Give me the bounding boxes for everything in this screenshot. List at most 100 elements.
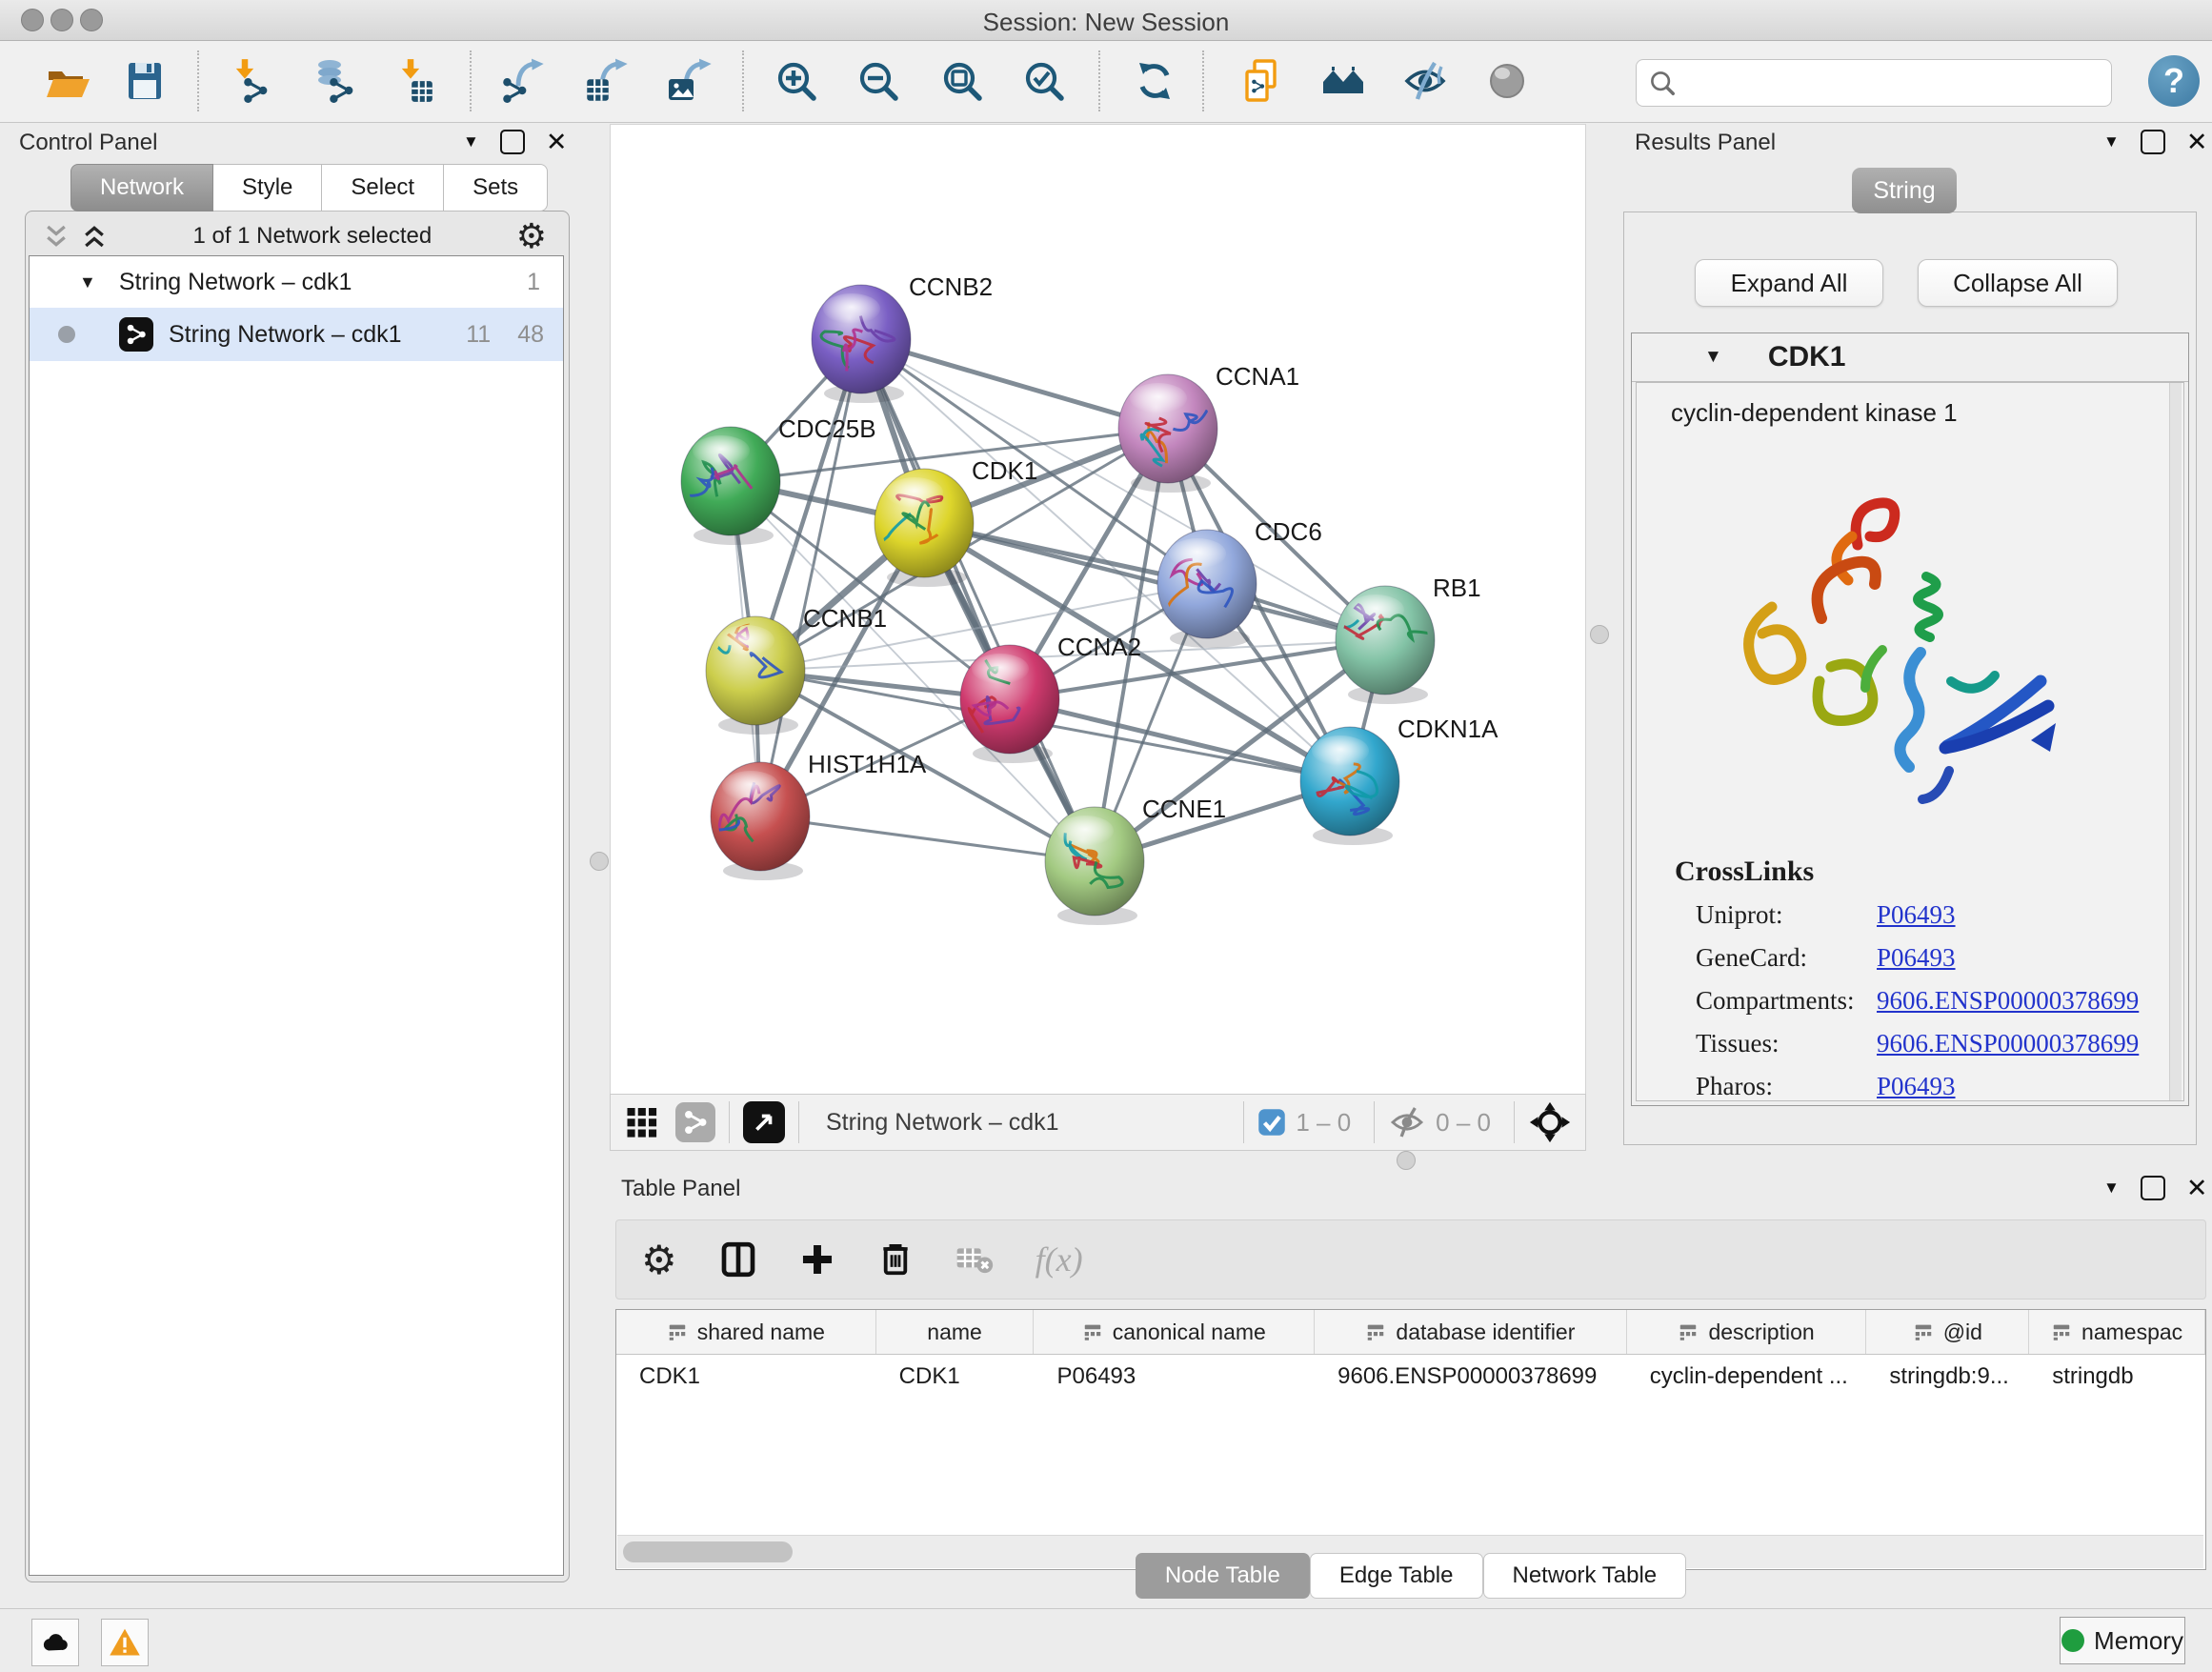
table-cell[interactable]: P06493 [1034, 1355, 1315, 1399]
network-node-ccne1[interactable]: CCNE1 [1045, 795, 1226, 925]
close-panel-icon[interactable]: ✕ [546, 131, 568, 152]
refresh-view-icon[interactable] [1132, 58, 1177, 104]
delete-column-icon[interactable] [877, 1241, 914, 1278]
column-header-description[interactable]: description [1627, 1310, 1867, 1354]
tab-string[interactable]: String [1852, 168, 1957, 213]
float-panel-icon[interactable] [500, 130, 525, 154]
graphics-details-icon[interactable] [1484, 58, 1530, 104]
help-button[interactable]: ? [2148, 55, 2200, 107]
export-image-icon[interactable] [667, 58, 713, 104]
table-row[interactable]: CDK1CDK1P064939606.ENSP00000378699cyclin… [616, 1355, 2205, 1399]
import-network-database-icon[interactable] [311, 58, 356, 104]
zoom-fit-icon[interactable] [939, 58, 985, 104]
column-header-database-identifier[interactable]: database identifier [1315, 1310, 1627, 1354]
tab-select[interactable]: Select [322, 164, 444, 212]
collapse-panel-icon[interactable]: ▼ [2103, 132, 2120, 151]
memory-status-dot [2061, 1629, 2084, 1652]
close-panel-icon[interactable]: ✕ [2186, 1178, 2208, 1199]
collapse-all-button[interactable]: Collapse All [1918, 259, 2118, 307]
network-node-hist1h1a[interactable]: HIST1H1A [710, 750, 927, 880]
tab-style[interactable]: Style [213, 164, 322, 212]
crosslink-value[interactable]: P06493 [1877, 943, 2183, 973]
network-node-cdkn1a[interactable]: CDKN1A [1300, 715, 1498, 845]
import-table-file-icon[interactable] [392, 58, 438, 104]
horizontal-splitter-handle[interactable] [1397, 1151, 1416, 1170]
table-cell[interactable]: CDK1 [876, 1355, 1035, 1399]
column-header-namespac[interactable]: namespac [2029, 1310, 2205, 1354]
network-node-ccnb2[interactable]: CCNB2 [812, 272, 993, 403]
network-node-ccna1[interactable]: CCNA1 [1118, 362, 1299, 493]
zoom-in-icon[interactable] [774, 58, 819, 104]
float-panel-icon[interactable] [2141, 1176, 2165, 1200]
collapse-entry-icon[interactable]: ▼ [1704, 347, 1722, 368]
export-network-icon[interactable] [501, 58, 547, 104]
tab-network[interactable]: Network [70, 164, 213, 212]
save-session-icon[interactable] [122, 58, 168, 104]
close-panel-icon[interactable]: ✕ [2186, 131, 2208, 152]
node-label: RB1 [1433, 574, 1481, 602]
network-node-cdc25b[interactable]: CDC25B [681, 414, 876, 545]
hidden-eye-icon[interactable] [1388, 1103, 1426, 1141]
node-label: CDC25B [778, 414, 876, 443]
memory-button[interactable]: Memory [2060, 1617, 2185, 1664]
expand-all-networks-icon[interactable] [80, 222, 109, 251]
import-network-file-icon[interactable] [227, 58, 272, 104]
crosslink-value[interactable]: 9606.ENSP00000378699 [1877, 986, 2183, 1016]
column-header-@id[interactable]: @id [1866, 1310, 2029, 1354]
network-canvas[interactable]: CCNB2CCNA1CDC25BCDK1CDC6RB1CCNB1CCNA2CDK… [610, 124, 1586, 1096]
search-input[interactable] [1684, 63, 2111, 103]
network-options-gear-icon[interactable]: ⚙ [516, 219, 547, 253]
network-graph[interactable]: CCNB2CCNA1CDC25BCDK1CDC6RB1CCNB1CCNA2CDK… [611, 125, 1585, 1093]
tab-network-table[interactable]: Network Table [1483, 1553, 1687, 1599]
left-splitter-handle[interactable] [590, 852, 609, 871]
warning-button[interactable] [101, 1619, 149, 1666]
clone-network-icon[interactable] [1238, 58, 1284, 104]
network-node-rb1[interactable]: RB1 [1317, 574, 1481, 704]
network-collection-row[interactable]: ▼ String Network – cdk1 1 [30, 256, 563, 308]
table-cell[interactable]: cyclin-dependent ... [1627, 1355, 1867, 1399]
results-scrollbar[interactable] [2169, 383, 2182, 1100]
network-type-share-icon[interactable] [675, 1102, 715, 1142]
show-all-icon[interactable] [1320, 58, 1366, 104]
tab-node-table[interactable]: Node Table [1136, 1553, 1310, 1599]
network-row-selected[interactable]: String Network – cdk1 11 48 [30, 308, 563, 361]
float-panel-icon[interactable] [2141, 130, 2165, 154]
table-cell[interactable]: stringdb:9... [1866, 1355, 2029, 1399]
fit-content-crosshair-icon[interactable] [1528, 1100, 1572, 1144]
zoom-out-icon[interactable] [855, 58, 901, 104]
open-session-icon[interactable] [44, 58, 90, 104]
tree-caret-icon[interactable]: ▼ [79, 272, 96, 292]
expand-all-button[interactable]: Expand All [1695, 259, 1883, 307]
crosslink-value[interactable]: 9606.ENSP00000378699 [1877, 1029, 2183, 1058]
column-header-shared-name[interactable]: shared name [616, 1310, 876, 1354]
tab-edge-table[interactable]: Edge Table [1310, 1553, 1483, 1599]
gene-name: CDK1 [1768, 341, 1846, 373]
table-cell[interactable]: CDK1 [616, 1355, 876, 1399]
grid-view-icon[interactable] [626, 1105, 660, 1139]
crosslink-value[interactable]: P06493 [1877, 900, 2183, 930]
birdseye-view-icon[interactable] [743, 1101, 785, 1143]
create-column-icon[interactable] [799, 1241, 835, 1278]
collapse-panel-icon[interactable]: ▼ [463, 132, 479, 151]
hide-selected-icon[interactable] [1402, 58, 1448, 104]
node-label: CDKN1A [1398, 715, 1498, 743]
column-header-canonical-name[interactable]: canonical name [1034, 1310, 1315, 1354]
show-columns-icon[interactable] [719, 1240, 757, 1279]
network-node-ccnb1[interactable]: CCNB1 [693, 604, 887, 735]
selected-checkbox-icon[interactable] [1257, 1108, 1286, 1137]
search-box [1636, 59, 2112, 107]
crosslink-label: Uniprot: [1696, 900, 1877, 930]
collapse-panel-icon[interactable]: ▼ [2103, 1178, 2120, 1198]
right-splitter-handle[interactable] [1590, 625, 1609, 644]
crosslink-row: Pharos:P06493 [1637, 1065, 2183, 1101]
crosslink-value[interactable]: P06493 [1877, 1072, 2183, 1101]
zoom-selected-icon[interactable] [1021, 58, 1067, 104]
cloud-button[interactable] [31, 1619, 79, 1666]
table-cell[interactable]: 9606.ENSP00000378699 [1315, 1355, 1627, 1399]
collapse-all-networks-icon[interactable] [42, 222, 70, 251]
export-table-icon[interactable] [583, 58, 629, 104]
column-header-name[interactable]: name [876, 1310, 1035, 1354]
table-cell[interactable]: stringdb [2029, 1355, 2205, 1399]
table-options-gear-icon[interactable]: ⚙ [641, 1237, 677, 1283]
tab-sets[interactable]: Sets [444, 164, 548, 212]
